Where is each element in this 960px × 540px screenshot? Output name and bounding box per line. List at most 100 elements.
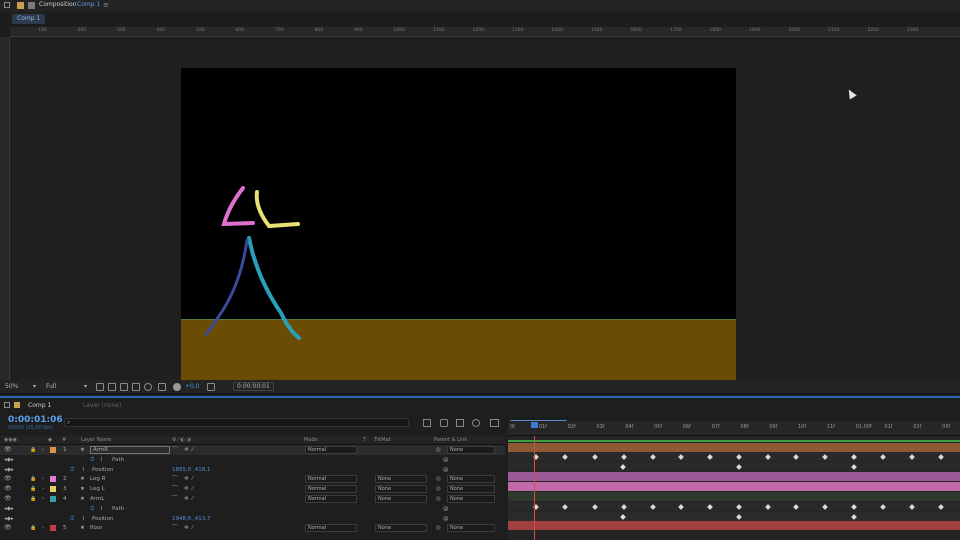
timeline-timecode[interactable]: 0:00:01:06: [8, 415, 63, 425]
viewer-timecode[interactable]: 0:00:00:01: [233, 382, 274, 391]
region-of-interest-icon[interactable]: [96, 383, 104, 391]
graph-toggle-icon[interactable]: ⌇: [100, 455, 103, 465]
keyframe-nav-icon[interactable]: ◂◆▸: [4, 504, 14, 514]
time-navigator[interactable]: [510, 412, 960, 420]
expression-pickwhip-icon[interactable]: @: [443, 465, 449, 475]
graph-toggle-icon[interactable]: ⌇: [100, 504, 103, 514]
collapse-switch-icon[interactable]: ✲: [184, 474, 189, 484]
resolution-select[interactable]: Full: [46, 383, 56, 391]
collapse-switch-icon[interactable]: ✲: [184, 445, 189, 455]
lock-toggle-icon[interactable]: 🔒: [30, 494, 36, 504]
tab-layer-none[interactable]: Layer (none): [83, 401, 121, 411]
track-position[interactable]: [508, 462, 960, 471]
timeline-tracks[interactable]: [508, 436, 960, 540]
layer-name[interactable]: ArmL: [90, 494, 104, 504]
layer-row[interactable]: 👁 🔒 › 4 ★ ArmL ⌒ ✲ ⁄ Normal None ◎ None: [0, 494, 505, 504]
keyframe-nav-icon[interactable]: ◂◆▸: [4, 455, 14, 465]
arm-left-shape[interactable]: [254, 190, 300, 229]
resolution-chevron-icon[interactable]: ▾: [84, 383, 87, 391]
channel-icon[interactable]: [144, 383, 152, 391]
shy-switch-icon[interactable]: ⌒: [172, 445, 178, 455]
snapshot-camera-icon[interactable]: [207, 383, 215, 391]
parent-dropdown[interactable]: None: [447, 495, 495, 503]
layer-name[interactable]: Leg L: [90, 484, 105, 494]
playhead-line[interactable]: [534, 436, 535, 540]
expand-chevron-icon[interactable]: ›: [42, 445, 44, 455]
transparency-grid-icon[interactable]: [108, 383, 116, 391]
layer-row[interactable]: 👁 🔒 › 2 ★ Leg R ⌒ ✲ ⁄ Normal None ◎ None: [0, 474, 505, 484]
trkmat-dropdown[interactable]: None: [375, 524, 427, 533]
visibility-eye-icon[interactable]: 👁: [4, 445, 12, 455]
mode-dropdown[interactable]: Normal: [305, 446, 357, 454]
graph-toggle-icon[interactable]: ⌇: [82, 465, 85, 475]
tab-timeline-comp-1[interactable]: Comp 1: [28, 401, 51, 411]
graph-toggle-icon[interactable]: ⌇: [82, 514, 85, 524]
label-color-swatch[interactable]: [50, 525, 56, 532]
shy-layers-icon[interactable]: [456, 419, 464, 427]
expression-pickwhip-icon[interactable]: @: [443, 504, 449, 514]
expression-pickwhip-icon[interactable]: @: [443, 455, 449, 465]
layer-row[interactable]: 👁 🔒 › 1 ★ ArmR ⌒ ✲ ⁄ Normal ◎ None: [0, 445, 505, 455]
property-value[interactable]: 1885,0 ,418,1: [172, 465, 211, 475]
panel-comp-name[interactable]: Comp 1: [77, 1, 100, 8]
track-leg-l[interactable]: [508, 482, 960, 491]
timeline-close-icon[interactable]: [4, 402, 10, 408]
visibility-eye-icon[interactable]: 👁: [4, 494, 12, 504]
motion-blur-icon[interactable]: [472, 419, 480, 427]
stick-figure[interactable]: [181, 68, 736, 380]
keyframe-nav-icon[interactable]: ◂◆▸: [4, 514, 14, 524]
lock-toggle-icon[interactable]: 🔒: [30, 523, 36, 533]
leg-left-shape[interactable]: [204, 238, 249, 337]
playhead-handle[interactable]: [531, 422, 538, 428]
expression-pickwhip-icon[interactable]: @: [443, 514, 449, 524]
mode-dropdown[interactable]: Normal: [305, 485, 357, 494]
track-leg-r[interactable]: [508, 472, 960, 481]
property-row[interactable]: ◂◆▸ ⏱ ⌇ Path @: [0, 455, 505, 465]
pickwhip-icon[interactable]: ◎: [436, 523, 441, 533]
shy-switch-icon[interactable]: ⌒: [172, 523, 178, 533]
label-color-swatch[interactable]: [50, 496, 56, 502]
zoom-select[interactable]: 50%: [5, 383, 18, 391]
track-armr[interactable]: [508, 443, 960, 452]
mask-visibility-icon[interactable]: [120, 383, 128, 391]
parent-dropdown[interactable]: None: [447, 446, 495, 454]
track-path[interactable]: [508, 452, 960, 461]
trkmat-dropdown[interactable]: None: [375, 495, 427, 503]
layer-name[interactable]: ArmR: [90, 446, 170, 454]
leg-right-shape[interactable]: [247, 236, 301, 340]
layer-name[interactable]: floor: [90, 523, 102, 533]
layer-row[interactable]: 👁 🔒 › 5 ★ floor ⌒ ✲ ⁄ Normal None ◎ None: [0, 523, 505, 533]
parent-link-header[interactable]: Parent & Link: [434, 437, 467, 443]
track-arml[interactable]: [508, 492, 960, 501]
stopwatch-icon[interactable]: ⏱: [90, 455, 94, 465]
shy-switch-icon[interactable]: ⌒: [172, 474, 178, 484]
menu-icon[interactable]: [4, 2, 10, 8]
quality-switch-icon[interactable]: ⁄: [192, 445, 193, 455]
pickwhip-icon[interactable]: ◎: [436, 474, 441, 484]
label-color-swatch[interactable]: [50, 447, 56, 453]
time-ruler[interactable]: 0f 01f 02f 03f 04f 05f 06f 07f 08f 09f 10f 11f 01:00…: [508, 421, 960, 436]
label-color-swatch[interactable]: [50, 476, 56, 483]
track-floor[interactable]: [508, 521, 960, 530]
pickwhip-icon[interactable]: ◎: [436, 494, 441, 504]
parent-dropdown[interactable]: None: [447, 485, 495, 494]
collapse-switch-icon[interactable]: ✲: [184, 494, 189, 504]
collapse-switch-icon[interactable]: ✲: [184, 523, 189, 533]
lock-icon[interactable]: [17, 2, 24, 9]
quality-switch-icon[interactable]: ⁄: [192, 474, 193, 484]
visibility-eye-icon[interactable]: 👁: [4, 523, 12, 533]
draft-3d-icon[interactable]: [440, 419, 448, 427]
mode-dropdown[interactable]: Normal: [305, 495, 357, 503]
view-options-icon[interactable]: [158, 383, 166, 391]
composition-flowchart-icon[interactable]: [423, 419, 431, 427]
panel-menu-icon[interactable]: ≡: [103, 1, 109, 9]
pickwhip-icon[interactable]: ◎: [436, 445, 441, 455]
grid-guides-icon[interactable]: [132, 383, 140, 391]
expand-chevron-icon[interactable]: ›: [42, 484, 44, 494]
collapse-switch-icon[interactable]: ✲: [184, 484, 189, 494]
layer-name[interactable]: Leg R: [90, 474, 105, 484]
shy-switch-icon[interactable]: ⌒: [172, 494, 178, 504]
stopwatch-icon[interactable]: ⏱: [90, 504, 94, 514]
quality-switch-icon[interactable]: ⁄: [192, 523, 193, 533]
parent-dropdown[interactable]: None: [447, 475, 495, 484]
